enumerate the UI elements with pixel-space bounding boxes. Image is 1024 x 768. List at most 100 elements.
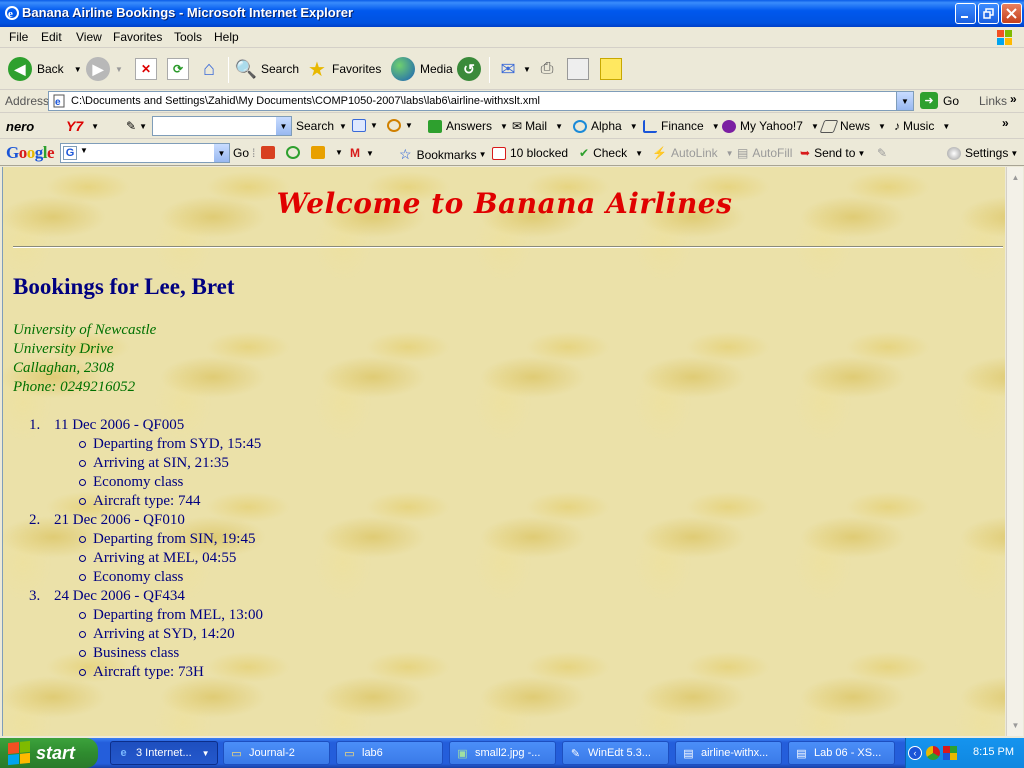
- start-button[interactable]: start: [0, 738, 98, 768]
- search-label: Search: [261, 62, 300, 76]
- scroll-down-icon[interactable]: ▼: [1007, 717, 1024, 734]
- refresh-button[interactable]: ⟳: [167, 55, 193, 83]
- vertical-scrollbar[interactable]: ▲ ▼: [1006, 167, 1023, 736]
- task-label: 3 Internet...: [136, 747, 192, 759]
- bookmarks-button[interactable]: ☆ Bookmarks ▼: [399, 146, 487, 163]
- yahoo-myyahoo[interactable]: My Yahoo!7 ▼: [722, 119, 819, 133]
- gmail-button[interactable]: M ▼: [350, 146, 374, 160]
- yahoo-alpha[interactable]: Alpha ▼: [573, 119, 638, 133]
- restore-button[interactable]: [978, 3, 999, 24]
- popup-blocker[interactable]: 10 blocked: [492, 146, 568, 160]
- chevron-down-icon[interactable]: ▼: [276, 117, 291, 135]
- menu-file[interactable]: File: [9, 30, 28, 44]
- page-icon: e: [53, 94, 65, 108]
- mail-button[interactable]: ✉ ▼: [497, 55, 531, 83]
- pen-icon[interactable]: ✎: [877, 146, 887, 160]
- stop-button[interactable]: ✕: [135, 55, 161, 83]
- chevron-right-icon[interactable]: »: [1002, 116, 1009, 130]
- chevron-right-icon[interactable]: »: [1010, 92, 1017, 106]
- minimize-button[interactable]: [955, 3, 976, 24]
- google-go-button[interactable]: Go: [233, 146, 249, 160]
- bookings-heading: Bookings for Lee, Bret: [13, 274, 235, 299]
- home-button[interactable]: ⌂: [198, 55, 224, 83]
- autofill-button[interactable]: ▤ AutoFill: [737, 146, 792, 160]
- window-title: Banana Airline Bookings - Microsoft Inte…: [22, 5, 354, 20]
- menu-tools[interactable]: Tools: [174, 30, 202, 44]
- chevron-down-icon: ▼: [91, 121, 100, 131]
- menu-favorites[interactable]: Favorites: [113, 30, 162, 44]
- pagerank-button[interactable]: [261, 146, 279, 159]
- mail-dropdown-icon[interactable]: ▼: [523, 65, 531, 74]
- chevron-down-icon: ▼: [139, 121, 147, 131]
- task-internet-explorer[interactable]: e 3 Internet... ▼: [110, 741, 218, 765]
- google-search-input[interactable]: G ▼ ▼: [60, 143, 230, 163]
- yahoo-finance[interactable]: Finance ▼: [643, 119, 720, 133]
- edit-button[interactable]: [567, 55, 593, 83]
- autolink-button[interactable]: ⚡ AutoLink ▼: [652, 146, 734, 160]
- task-lab6[interactable]: ▭ lab6: [336, 741, 443, 765]
- divider: [13, 246, 1003, 248]
- highlight-button[interactable]: [286, 146, 304, 159]
- chevron-down-icon: ▼: [366, 148, 374, 158]
- forward-button[interactable]: ▶ ▼: [86, 55, 123, 83]
- page-content: Welcome to Banana Airlines Bookings for …: [2, 167, 1005, 736]
- yahoo-mail[interactable]: ✉ Mail ▼: [512, 119, 563, 133]
- address-input[interactable]: e C:\Documents and Settings\Zahid\My Doc…: [48, 91, 914, 111]
- address-dropdown-icon[interactable]: ▼: [896, 92, 913, 110]
- scroll-up-icon[interactable]: ▲: [1007, 169, 1024, 186]
- task-label: airline-withx...: [701, 747, 769, 759]
- yahoo7-logo[interactable]: Y7 ▼: [66, 118, 99, 134]
- yahoo-news[interactable]: News ▼: [819, 119, 886, 133]
- history-button[interactable]: ↺: [457, 55, 486, 83]
- close-button[interactable]: [1001, 3, 1022, 24]
- task-lab06[interactable]: ▤ Lab 06 - XS...: [788, 741, 895, 765]
- google-logo[interactable]: Google: [6, 143, 55, 163]
- bullet-icon: [79, 631, 86, 638]
- note-button[interactable]: [600, 55, 626, 83]
- settings-button[interactable]: Settings ▼: [947, 146, 1018, 160]
- favorites-button[interactable]: ★ Favorites: [306, 55, 381, 83]
- chevron-down-icon[interactable]: ▼: [214, 144, 229, 162]
- detail-text: Arriving at SIN, 21:35: [93, 455, 229, 471]
- pencil-button[interactable]: ✎ ▼: [126, 119, 147, 133]
- tray-expand-icon[interactable]: ‹: [908, 746, 922, 760]
- target-button[interactable]: ▼: [387, 119, 413, 132]
- forward-dropdown-icon[interactable]: ▼: [115, 65, 123, 74]
- task-journal[interactable]: ▭ Journal-2: [223, 741, 330, 765]
- close-icon: [1006, 8, 1017, 19]
- alpha-label: Alpha: [591, 119, 622, 133]
- menu-help[interactable]: Help: [214, 30, 239, 44]
- menu-view[interactable]: View: [76, 30, 102, 44]
- links-button[interactable]: Links: [979, 94, 1007, 108]
- task-airline-xml[interactable]: ▤ airline-withx...: [675, 741, 782, 765]
- sendto-button[interactable]: ➥ Send to ▼: [800, 146, 865, 160]
- go-button[interactable]: ➜ Go: [920, 92, 959, 109]
- chevron-down-icon: ▼: [370, 121, 378, 130]
- menu-bar: File Edit View Favorites Tools Help: [0, 27, 1024, 48]
- menu-edit[interactable]: Edit: [41, 30, 62, 44]
- back-dropdown-icon[interactable]: ▼: [74, 65, 82, 74]
- search-button[interactable]: 🔍 Search: [235, 55, 299, 83]
- music-label: Music: [903, 119, 935, 133]
- home-icon: ⌂: [202, 57, 216, 80]
- task-winedt[interactable]: ✎ WinEdt 5.3...: [562, 741, 669, 765]
- bullet-icon: [79, 555, 86, 562]
- spellcheck-button[interactable]: ✔ Check ▼: [579, 146, 643, 160]
- yahoo-search-input[interactable]: ▼: [152, 116, 292, 136]
- yahoo-answers[interactable]: Answers ▼: [428, 119, 508, 133]
- news-icon: [819, 119, 839, 133]
- yahoo-music[interactable]: ♪ Music ▼: [894, 119, 950, 133]
- puzzle-button[interactable]: ▼: [311, 146, 343, 159]
- yahoo-search-button[interactable]: Search ▼: [296, 119, 347, 133]
- chrome-tray-icon[interactable]: [926, 746, 940, 760]
- print-button[interactable]: ⎙: [536, 55, 562, 83]
- task-image-viewer[interactable]: ▣ small2.jpg -...: [449, 741, 556, 765]
- tray-app-icon[interactable]: [943, 746, 957, 760]
- autolink-icon: ⚡: [652, 146, 667, 160]
- media-button[interactable]: Media: [391, 55, 453, 83]
- address-line: University Drive: [13, 341, 114, 357]
- flight-number: 2.: [29, 512, 41, 528]
- layout-button[interactable]: ▼: [352, 119, 378, 132]
- google-go-label: Go: [233, 146, 250, 160]
- back-button[interactable]: ◀ Back ▼: [8, 55, 82, 83]
